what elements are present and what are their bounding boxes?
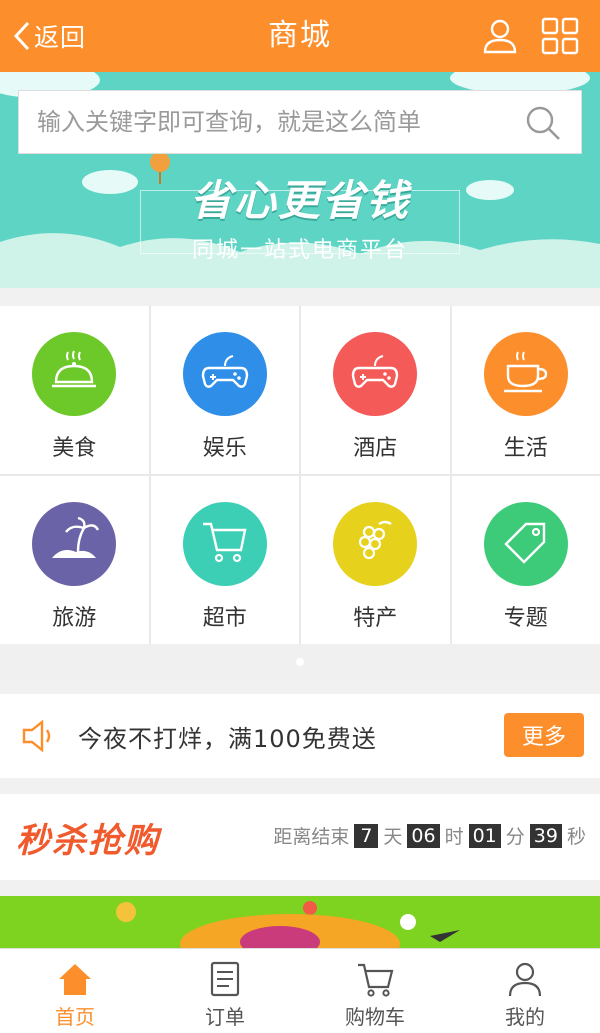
category-specialty[interactable]: 特产	[301, 476, 450, 644]
gamepad-icon	[199, 346, 251, 402]
countdown-days-unit: 天	[383, 826, 403, 848]
coffee-cup-icon	[500, 346, 552, 402]
hero-banner[interactable]: 省心更省钱 同城一站式电商平台	[0, 72, 600, 288]
category-label: 超市	[202, 606, 247, 631]
category-label: 酒店	[353, 436, 398, 461]
category-hotel[interactable]: 酒店	[301, 306, 450, 474]
notice-text: 今夜不打烊，满100免费送	[78, 724, 377, 753]
category-label: 美食	[52, 436, 97, 461]
palm-island-icon	[48, 516, 100, 572]
top-bar: 返回 商城	[0, 0, 600, 72]
user-icon	[505, 959, 545, 999]
dish-icon	[48, 346, 100, 402]
tab-label: 购物车	[345, 1005, 405, 1029]
gamepad-icon	[349, 346, 401, 402]
category-icon-circle	[333, 332, 418, 416]
category-pager	[0, 644, 600, 680]
bottom-tab-bar: 首页 订单 购物车 我的	[0, 948, 600, 1033]
category-travel[interactable]: 旅游	[0, 476, 149, 644]
tab-label: 我的	[505, 1005, 545, 1029]
category-label: 娱乐	[202, 436, 247, 461]
pager-dot[interactable]	[296, 658, 304, 666]
search-box	[18, 90, 582, 154]
category-icon-circle	[182, 332, 267, 416]
countdown-minutes-unit: 分	[505, 826, 525, 848]
category-grid: 美食 娱乐 酒店 生活 旅游 超市 特产 专题	[0, 306, 600, 644]
category-icon-circle	[182, 502, 267, 586]
tab-home[interactable]: 首页	[0, 949, 150, 1033]
category-label: 生活	[503, 436, 548, 461]
tab-profile[interactable]: 我的	[450, 949, 600, 1033]
countdown-prefix: 距离结束	[273, 826, 350, 848]
tag-icon	[500, 516, 552, 572]
speaker-icon	[20, 716, 60, 756]
countdown-hours: 06	[407, 823, 440, 848]
countdown-seconds-unit: 秒	[566, 826, 586, 848]
tab-label: 首页	[55, 1005, 95, 1029]
flash-sale-bar: 秒杀抢购 距离结束 7 天 06 时 01 分 39 秒	[0, 794, 600, 880]
countdown-seconds: 39	[529, 823, 562, 848]
category-icon-circle	[32, 332, 117, 416]
countdown-minutes: 01	[468, 823, 501, 848]
promo-banner[interactable]	[0, 896, 600, 948]
category-icon-circle	[483, 332, 568, 416]
grapes-icon	[349, 516, 401, 572]
search-input[interactable]	[37, 108, 517, 136]
category-label: 专题	[503, 606, 548, 631]
tab-cart[interactable]: 购物车	[300, 949, 450, 1033]
user-icon[interactable]	[480, 16, 520, 56]
cart-icon	[355, 959, 395, 999]
countdown-hours-unit: 时	[444, 826, 464, 848]
category-label: 旅游	[52, 606, 97, 631]
banner-subtitle: 同城一站式电商平台	[191, 238, 408, 263]
countdown-days: 7	[354, 823, 379, 848]
home-icon	[55, 959, 95, 999]
category-icon-circle	[333, 502, 418, 586]
cart-icon	[199, 516, 251, 572]
notice-bar: 今夜不打烊，满100免费送 更多	[0, 694, 600, 778]
promo-artwork	[116, 901, 460, 948]
category-life[interactable]: 生活	[451, 306, 600, 474]
order-icon	[205, 959, 245, 999]
countdown: 距离结束 7 天 06 时 01 分 39 秒	[273, 822, 586, 849]
category-food[interactable]: 美食	[0, 306, 149, 474]
tab-label: 订单	[205, 1005, 245, 1029]
banner-slogan: 省心更省钱	[189, 176, 410, 225]
category-entertainment[interactable]: 娱乐	[150, 306, 299, 474]
category-topic[interactable]: 专题	[451, 476, 600, 644]
grid-icon[interactable]	[540, 16, 580, 56]
search-icon[interactable]	[523, 103, 563, 143]
category-supermarket[interactable]: 超市	[150, 476, 299, 644]
category-icon-circle	[32, 502, 117, 586]
tab-orders[interactable]: 订单	[150, 949, 300, 1033]
more-button[interactable]: 更多	[504, 713, 584, 757]
category-label: 特产	[353, 606, 398, 631]
category-icon-circle	[483, 502, 568, 586]
flash-sale-title: 秒杀抢购	[16, 820, 160, 861]
